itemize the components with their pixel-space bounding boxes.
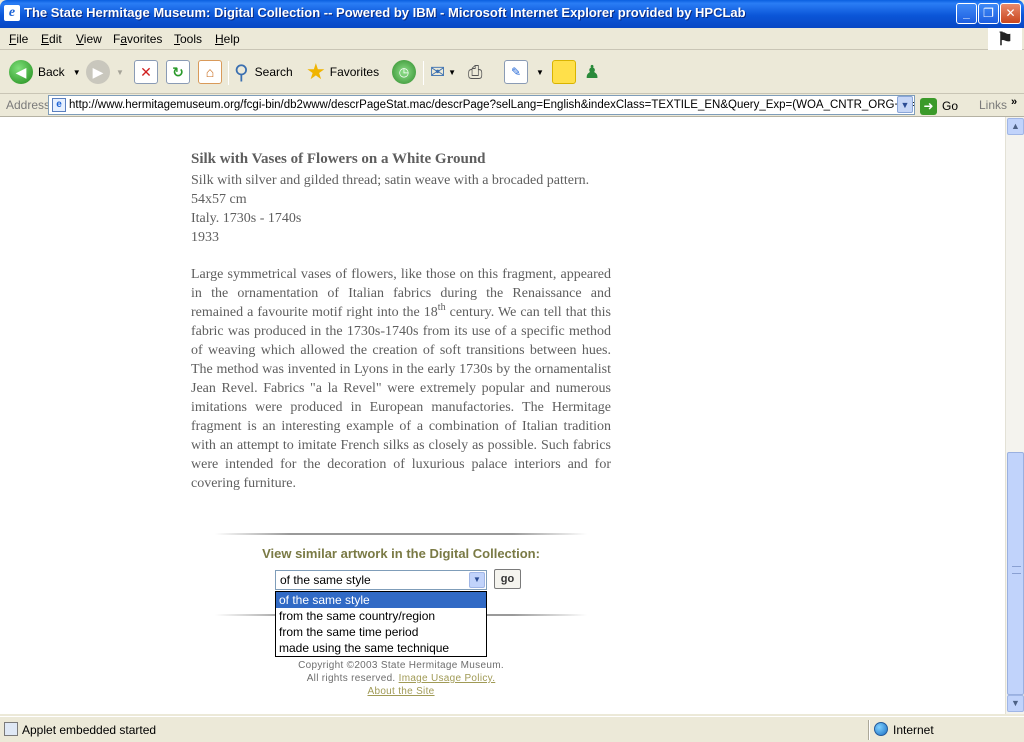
toolbar: ◀ Back ▼ ▶ ▼ ✕ ↻ ⌂ ⚲ Search ★ Favorites …: [0, 51, 1024, 94]
ie-page-icon: e: [52, 98, 66, 112]
artwork-meta: Silk with silver and gilded thread; sati…: [191, 171, 611, 247]
artwork-title: Silk with Vases of Flowers on a White Gr…: [191, 151, 486, 167]
restore-button[interactable]: ❐: [978, 3, 999, 24]
mail-dropdown-icon: ▼: [448, 67, 457, 77]
similar-select[interactable]: of the same style ▼: [275, 570, 487, 590]
scroll-thumb[interactable]: [1007, 452, 1024, 695]
option-same-country[interactable]: from the same country/region: [276, 608, 486, 624]
status-text: Applet embedded started: [22, 723, 157, 737]
back-arrow-icon: ◀: [9, 60, 33, 84]
menu-help[interactable]: Help: [215, 32, 240, 46]
edit-button[interactable]: ✎ ▼: [504, 59, 544, 85]
option-same-technique[interactable]: made using the same technique: [276, 640, 486, 656]
go-button[interactable]: ➜ Go: [920, 96, 958, 116]
stop-button[interactable]: ✕: [134, 59, 158, 85]
forward-button[interactable]: ▶ ▼: [86, 59, 124, 85]
similar-select-value: of the same style: [280, 573, 371, 587]
usage-policy-link[interactable]: Image Usage Policy.: [399, 673, 496, 684]
menu-view[interactable]: View: [76, 32, 102, 46]
menu-favorites[interactable]: Favorites: [113, 32, 162, 46]
home-icon: ⌂: [198, 60, 222, 84]
zone-text: Internet: [893, 723, 934, 737]
rights-text: All rights reserved.: [306, 673, 396, 684]
similar-dropdown-list: of the same style from the same country/…: [275, 591, 487, 657]
about-site-link[interactable]: About the Site: [367, 686, 434, 697]
scroll-down-icon[interactable]: ▼: [1007, 695, 1024, 712]
scroll-grip: [1012, 566, 1021, 574]
address-input[interactable]: e http://www.hermitagemuseum.org/fcgi-bi…: [48, 95, 915, 115]
address-url: http://www.hermitagemuseum.org/fcgi-bin/…: [69, 99, 915, 111]
back-dropdown-icon[interactable]: ▼: [73, 68, 81, 77]
stop-icon: ✕: [134, 60, 158, 84]
artwork-origin: Italy. 1730s - 1740s: [191, 211, 302, 226]
address-dropdown-icon[interactable]: ▼: [897, 96, 913, 113]
search-icon: ⚲: [234, 61, 249, 84]
favorites-star-icon: ★: [306, 59, 326, 84]
search-button[interactable]: ⚲ Search: [234, 59, 293, 85]
vertical-scrollbar[interactable]: ▲ ▼: [1005, 117, 1024, 714]
home-button[interactable]: ⌂: [198, 59, 222, 85]
divider-top: [215, 533, 587, 535]
print-button[interactable]: ⎙: [468, 59, 482, 85]
print-icon: ⎙: [468, 61, 483, 82]
menu-tools[interactable]: Tools: [174, 32, 202, 46]
status-divider: [868, 720, 870, 740]
minimize-button[interactable]: _: [956, 3, 977, 24]
windows-flag-icon: ⚑: [988, 28, 1022, 50]
window-title: The State Hermitage Museum: Digital Coll…: [24, 5, 746, 20]
toolbar-separator: [228, 61, 229, 85]
forward-arrow-icon: ▶: [86, 60, 110, 84]
address-label: Address: [6, 98, 51, 112]
artwork-material: Silk with silver and gilded thread; sati…: [191, 173, 590, 207]
menu-edit[interactable]: Edit: [41, 32, 62, 46]
search-label: Search: [254, 65, 293, 79]
menu-file[interactable]: File: [9, 32, 28, 46]
toolbar-separator: [423, 61, 424, 85]
history-button[interactable]: ◷: [392, 59, 416, 85]
scroll-up-icon[interactable]: ▲: [1007, 118, 1024, 135]
back-label: Back: [38, 65, 65, 79]
messenger-button[interactable]: ♟: [584, 59, 600, 85]
links-button[interactable]: Links: [979, 98, 1007, 112]
go-label: Go: [942, 99, 959, 113]
description-part2: century. We can tell that this fabric wa…: [191, 305, 612, 491]
notes-button[interactable]: [552, 59, 576, 85]
option-same-style[interactable]: of the same style: [276, 592, 486, 608]
footer: Copyright ©2003 State Hermitage Museum. …: [191, 659, 611, 698]
copyright-text: Copyright ©2003 State Hermitage Museum.: [298, 660, 504, 671]
mail-icon: ✉: [430, 61, 446, 82]
mail-button[interactable]: ✉ ▼: [430, 59, 456, 85]
similar-heading: View similar artwork in the Digital Coll…: [262, 546, 540, 561]
forward-dropdown-icon: ▼: [116, 67, 124, 77]
address-bar: Address e http://www.hermitagemuseum.org…: [0, 94, 1024, 117]
links-chevron-icon[interactable]: »: [1011, 96, 1017, 108]
option-same-period[interactable]: from the same time period: [276, 624, 486, 640]
go-arrow-icon: ➜: [920, 97, 937, 115]
notes-icon: [552, 60, 576, 84]
edit-dropdown-icon: ▼: [536, 67, 544, 77]
chevron-down-icon[interactable]: ▼: [469, 572, 485, 588]
ie-app-icon: e: [4, 5, 20, 21]
globe-icon: [874, 722, 888, 736]
similar-go-button[interactable]: go: [494, 569, 521, 589]
refresh-icon: ↻: [166, 60, 190, 84]
artwork-description: Large symmetrical vases of flowers, like…: [191, 265, 611, 493]
messenger-icon: ♟: [584, 61, 601, 82]
page-viewport: Silk with Vases of Flowers on a White Gr…: [0, 117, 1005, 714]
menu-bar: File Edit View Favorites Tools Help: [0, 28, 1024, 50]
history-icon: ◷: [392, 60, 416, 84]
title-bar: e The State Hermitage Museum: Digital Co…: [0, 0, 1024, 28]
refresh-button[interactable]: ↻: [166, 59, 190, 85]
favorites-button[interactable]: ★ Favorites: [306, 59, 379, 85]
favorites-label: Favorites: [329, 65, 380, 79]
close-button[interactable]: ✕: [1000, 3, 1021, 24]
back-button[interactable]: ◀ Back ▼: [9, 59, 81, 85]
artwork-acquired: 1933: [191, 230, 219, 245]
applet-status-icon: [4, 722, 18, 736]
description-sup: th: [437, 302, 446, 313]
status-bar: Applet embedded started Internet: [0, 716, 1024, 742]
edit-icon: ✎: [504, 60, 528, 84]
